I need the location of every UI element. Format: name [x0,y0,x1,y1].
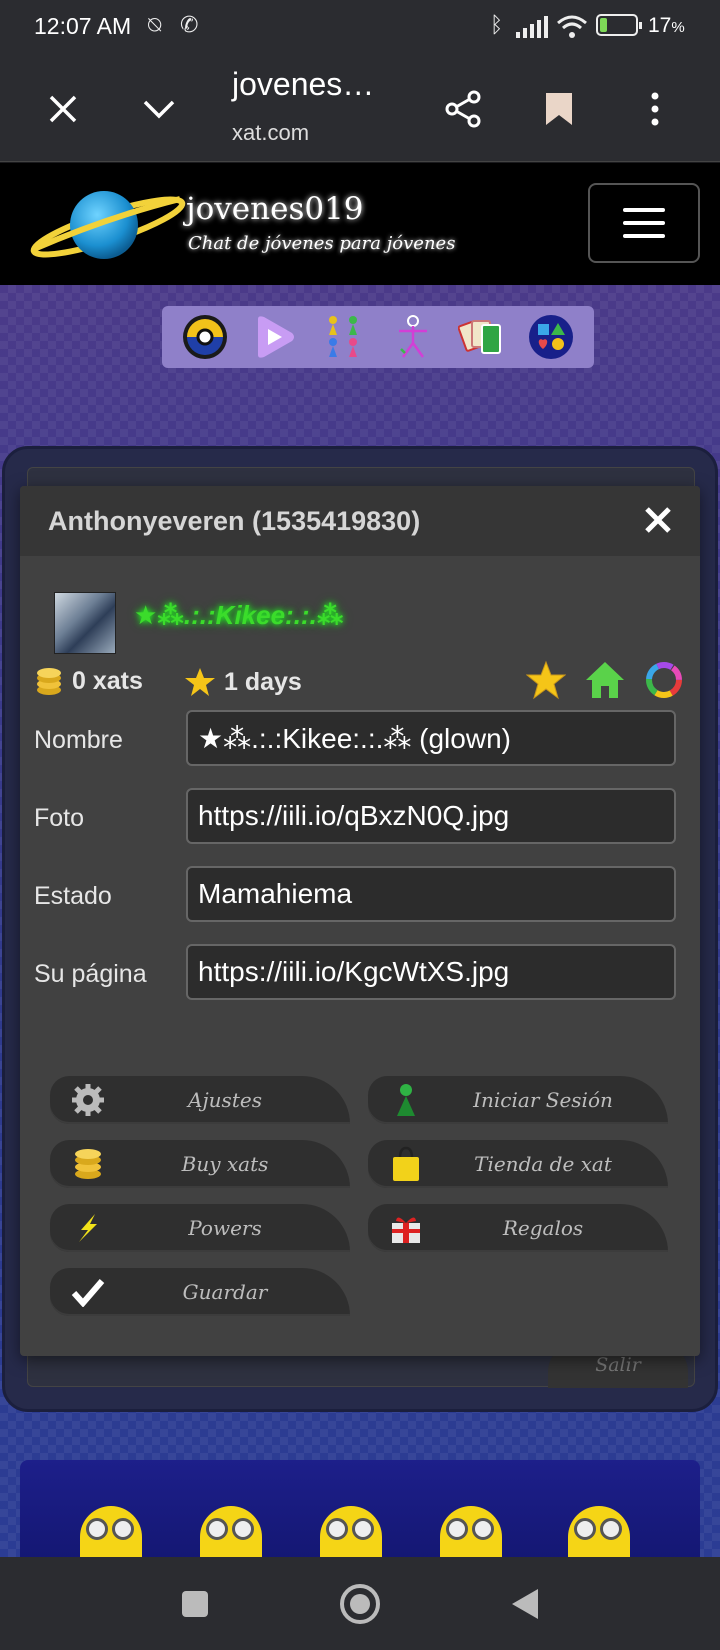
estado-input[interactable] [186,866,676,922]
foto-input[interactable] [186,788,676,844]
status-bar: 12:07 AM ⍉ ✆ ᛒ 17% [0,0,720,54]
nombre-input[interactable] [186,710,676,766]
coins-icon [68,1144,108,1184]
more-vertical-icon [651,92,659,126]
expand-button[interactable] [132,82,186,136]
field-estado: Estado [34,866,684,922]
smiley-icon [80,1506,142,1560]
share-button[interactable] [436,82,490,136]
system-nav-bar [0,1557,720,1650]
profile-dialog: Anthonyeveren (1535419830) ★⁂.:.:Kikee:.… [20,486,700,1356]
hamburger-menu-button[interactable] [588,183,700,263]
field-label: Su página [34,960,147,988]
iniciar-sesion-button[interactable]: Iniciar Sesión [368,1076,668,1124]
battery-percent: 17% [648,14,685,37]
stick-figure-icon [398,315,427,358]
smiley-icon [200,1506,262,1560]
page-title: jovenes… [232,66,375,102]
app-video[interactable] [249,312,299,362]
muted-alarm-icon: ⍉ [148,12,162,37]
color-wheel-icon[interactable] [644,660,684,700]
checkmark-icon [68,1272,108,1312]
chevron-down-icon [143,100,175,119]
site-title: jovenes019 [186,191,364,227]
back-triangle-icon [512,1589,538,1619]
display-name: ★⁂.:.:Kikee:.:.⁂ [134,600,344,630]
regalos-button[interactable]: Regalos [368,1204,668,1252]
dialog-header: Anthonyeveren (1535419830) [20,486,700,556]
days-count: 1 days [184,666,302,698]
ajustes-button[interactable]: Ajustes [50,1076,350,1124]
gift-icon [386,1208,426,1248]
recents-button[interactable] [170,1579,220,1629]
whatsapp-icon: ✆ [180,12,199,37]
close-dialog-button[interactable] [636,500,680,544]
video-play-icon [257,316,294,358]
home-icon[interactable] [584,660,626,700]
smiley-icon [320,1506,382,1560]
user-stats: 0 xats 1 days [34,658,684,704]
profile-action-icons [526,660,684,700]
smiley-icon [568,1506,630,1560]
buy-xats-button[interactable]: Buy xats [50,1140,350,1188]
back-button[interactable] [500,1579,550,1629]
field-foto: Foto [34,788,684,844]
app-shapes[interactable] [526,312,576,362]
wifi-icon [557,15,587,38]
planet-logo-icon [30,191,186,259]
circle-home-icon [340,1584,380,1624]
field-su-pagina: Su página [34,944,684,1000]
bookmark-button[interactable] [532,82,586,136]
square-icon [182,1591,208,1617]
field-nombre: Nombre [34,710,684,766]
signal-icon [516,16,548,38]
pokeball-icon [182,315,227,359]
close-icon [49,95,77,123]
app-stickman[interactable] [388,312,438,362]
field-label: Estado [34,882,112,910]
app-strip [162,306,594,368]
bluetooth-icon: ᛒ [490,12,504,37]
su-pagina-input[interactable] [186,944,676,1000]
shapes-icon [529,315,574,359]
star-favorite-icon[interactable] [526,660,566,700]
shopping-bag-icon [386,1144,426,1184]
site-tagline: Chat de jóvenes para jóvenes [188,233,456,254]
pawns-icon [329,316,358,357]
pawn-icon [386,1080,426,1120]
powers-button[interactable]: Powers [50,1204,350,1252]
share-icon [445,90,481,128]
star-icon [185,668,215,696]
clock: 12:07 AM [34,13,132,39]
xats-count: 0 xats [34,666,143,696]
more-options-button[interactable] [628,82,682,136]
app-pokeball[interactable] [180,312,230,362]
guardar-button[interactable]: Guardar [50,1268,350,1316]
gear-icon [68,1080,108,1120]
avatar[interactable] [54,592,116,654]
bookmark-icon [546,93,572,125]
smiley-banner [20,1460,700,1560]
dialog-title: Anthonyeveren (1535419830) [48,506,421,536]
battery-icon [596,14,642,36]
cards-icon [457,320,501,354]
field-label: Foto [34,804,85,832]
page-url[interactable]: xat.com [232,120,309,146]
field-label: Nombre [34,726,123,754]
lightning-icon [68,1208,108,1248]
browser-toolbar: jovenes… xat.com [0,54,720,162]
app-pawns[interactable] [318,312,368,362]
home-button[interactable] [335,1579,385,1629]
close-icon [645,507,671,533]
smiley-icon [440,1506,502,1560]
close-tab-button[interactable] [36,82,90,136]
tienda-de-xat-button[interactable]: Tienda de xat [368,1140,668,1188]
coins-icon [37,668,61,695]
site-header: jovenes019 Chat de jóvenes para jóvenes [0,163,720,285]
app-cards[interactable] [457,312,507,362]
